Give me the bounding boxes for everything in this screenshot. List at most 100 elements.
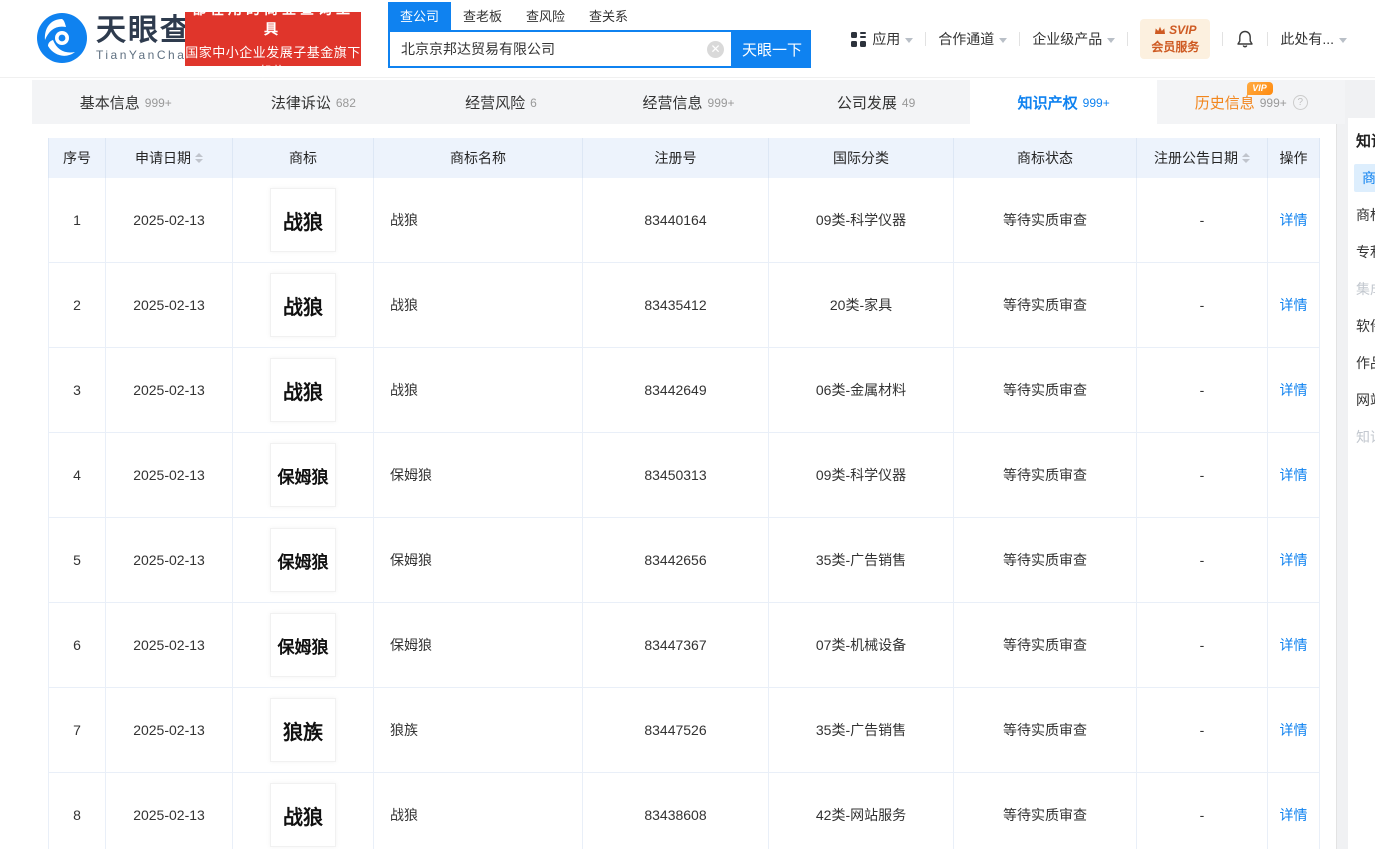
intl-classification: 07类-机械设备 <box>768 603 953 687</box>
trademark-name: 狼族 <box>373 688 582 772</box>
sidebar-anchor-item[interactable]: 商标 <box>1348 196 1375 233</box>
sidebar-anchor-item[interactable]: 商标 <box>1348 159 1375 196</box>
trademark-image-cell: 狼族 <box>232 688 373 772</box>
sidebar-anchor-item[interactable]: 网站 <box>1348 381 1375 418</box>
detail-link[interactable]: 详情 <box>1280 295 1308 315</box>
tab-知识产权[interactable]: 知识产权 999+ <box>969 80 1158 124</box>
trademark-status: 等待实质审查 <box>953 603 1136 687</box>
column-header: 注册公告日期 <box>1136 138 1267 178</box>
trademark-name: 保姆狼 <box>373 518 582 602</box>
page: 天眼查 TianYanCha.com 都在用的商业查询工具 国家中小企业发展子基… <box>0 0 1375 849</box>
trademark-status: 等待实质审查 <box>953 263 1136 347</box>
row-index: 6 <box>48 603 105 687</box>
publication-date: - <box>1136 688 1267 772</box>
table-body: 1 2025-02-13 战狼 战狼 83440164 09类-科学仪器 等待实质审查 - 详情… <box>48 178 1320 849</box>
chevron-down-icon <box>1107 37 1116 43</box>
tab-label: 基本信息 <box>79 94 140 112</box>
apps-grid-icon <box>851 31 867 47</box>
nav-apps[interactable]: 应用 <box>851 29 914 49</box>
trademark-image[interactable]: 保姆狼 <box>270 443 336 507</box>
trademark-status: 等待实质审查 <box>953 178 1136 262</box>
trademark-image[interactable]: 狼族 <box>270 698 336 762</box>
trademark-status: 等待实质审查 <box>953 518 1136 602</box>
trademark-image[interactable]: 战狼 <box>270 188 336 252</box>
column-header: 注册号 <box>582 138 768 178</box>
intl-classification: 42类-网站服务 <box>768 773 953 849</box>
divider <box>925 32 927 46</box>
column-header: 序号 <box>48 138 105 178</box>
trademark-image[interactable]: 战狼 <box>270 273 336 337</box>
sidebar-anchor-item[interactable]: 集成 <box>1348 270 1375 307</box>
trademark-image[interactable]: 保姆狼 <box>270 528 336 592</box>
trademark-image[interactable]: 保姆狼 <box>270 613 336 677</box>
notifications-button[interactable] <box>1235 29 1255 49</box>
detail-link[interactable]: 详情 <box>1280 210 1308 230</box>
help-icon[interactable]: ? <box>1292 94 1308 110</box>
nav-apps-label: 应用 <box>872 31 901 47</box>
apply-date: 2025-02-13 <box>105 178 232 262</box>
sort-icon[interactable] <box>195 153 203 163</box>
svip-member-button[interactable]: SVIP 会员服务 <box>1140 19 1211 59</box>
detail-link[interactable]: 详情 <box>1280 805 1308 825</box>
registration-number: 83440164 <box>582 178 768 262</box>
apply-date: 2025-02-13 <box>105 263 232 347</box>
search-input[interactable] <box>388 30 733 68</box>
search-type-tab[interactable]: 查关系 <box>577 2 640 30</box>
column-header: 商标状态 <box>953 138 1136 178</box>
detail-link[interactable]: 详情 <box>1280 635 1308 655</box>
crown-icon <box>1155 26 1166 34</box>
nav-enterprise-label: 企业级产品 <box>1032 31 1103 47</box>
tab-基本信息[interactable]: 基本信息 999+ <box>32 80 220 124</box>
chevron-down-icon <box>1339 37 1347 43</box>
sidebar-anchor-label: 知识 <box>1356 133 1375 150</box>
tab-历史信息[interactable]: 历史信息 999+ VIP? <box>1157 80 1345 124</box>
sidebar-anchor-label: 商标 <box>1354 163 1375 192</box>
row-index: 2 <box>48 263 105 347</box>
search-type-tab[interactable]: 查老板 <box>451 2 514 30</box>
clear-icon[interactable]: ✕ <box>707 41 724 58</box>
sidebar-anchor-label: 作品 <box>1356 354 1375 371</box>
search-button[interactable]: 天眼一下 <box>733 30 811 68</box>
detail-link[interactable]: 详情 <box>1280 720 1308 740</box>
tab-公司发展[interactable]: 公司发展 49 <box>782 80 970 124</box>
detail-link[interactable]: 详情 <box>1280 380 1308 400</box>
search-type-tab[interactable]: 查公司 <box>388 2 452 30</box>
sort-asc-icon <box>195 153 203 157</box>
publication-date: - <box>1136 348 1267 432</box>
publication-date: - <box>1136 178 1267 262</box>
sidebar-anchor-item[interactable]: 软件 <box>1348 307 1375 344</box>
search-area: 查公司查老板查风险查关系 ✕ 天眼一下 <box>388 2 811 68</box>
sidebar-anchor-item[interactable]: 知识 <box>1348 418 1375 455</box>
tab-经营信息[interactable]: 经营信息 999+ <box>595 80 783 124</box>
tab-count-badge: 999+ <box>1259 96 1287 110</box>
tab-label: 经营信息 <box>642 94 703 112</box>
nav-enterprise[interactable]: 企业级产品 <box>1032 29 1116 49</box>
publication-date: - <box>1136 263 1267 347</box>
detail-link[interactable]: 详情 <box>1280 550 1308 570</box>
sidebar-anchor-item[interactable]: 作品 <box>1348 344 1375 381</box>
vip-badge: VIP <box>1247 82 1273 95</box>
table-row: 8 2025-02-13 战狼 战狼 83438608 42类-网站服务 等待实质审查 - 详情 <box>48 773 1320 849</box>
registration-number: 83435412 <box>582 263 768 347</box>
table-row: 3 2025-02-13 战狼 战狼 83442649 06类-金属材料 等待实质审查 - 详情 <box>48 348 1320 433</box>
trademark-table: 序号 申请日期 商标 商标名称 注册号 国际分类 商标状态 注册公告日期 操作 1 2025-02… <box>48 138 1320 849</box>
sidebar-anchor-item[interactable]: 专利 <box>1348 233 1375 270</box>
publication-date: - <box>1136 518 1267 602</box>
nav-partner[interactable]: 合作通道 <box>938 29 1008 49</box>
divider <box>1019 32 1021 46</box>
detail-link[interactable]: 详情 <box>1280 465 1308 485</box>
tab-法律诉讼[interactable]: 法律诉讼 682 <box>220 80 408 124</box>
trademark-image[interactable]: 战狼 <box>270 358 336 422</box>
nav-more[interactable]: 此处有... <box>1280 29 1347 49</box>
site-header: 天眼查 TianYanCha.com 都在用的商业查询工具 国家中小企业发展子基… <box>0 0 1375 79</box>
publication-date: - <box>1136 603 1267 687</box>
table-row: 5 2025-02-13 保姆狼 保姆狼 83442656 35类-广告销售 等待实质审查 -… <box>48 518 1320 603</box>
trademark-image[interactable]: 战狼 <box>270 783 336 847</box>
top-nav: 应用 合作通道 企业级产品 SVIP 会员服务 此处有... <box>851 0 1347 78</box>
sort-icon[interactable] <box>1242 153 1250 163</box>
tab-经营风险[interactable]: 经营风险 6 <box>407 80 595 124</box>
column-header: 操作 <box>1267 138 1320 178</box>
search-type-tab[interactable]: 查风险 <box>514 2 577 30</box>
trademark-image-cell: 保姆狼 <box>232 603 373 687</box>
trademark-image-cell: 保姆狼 <box>232 518 373 602</box>
